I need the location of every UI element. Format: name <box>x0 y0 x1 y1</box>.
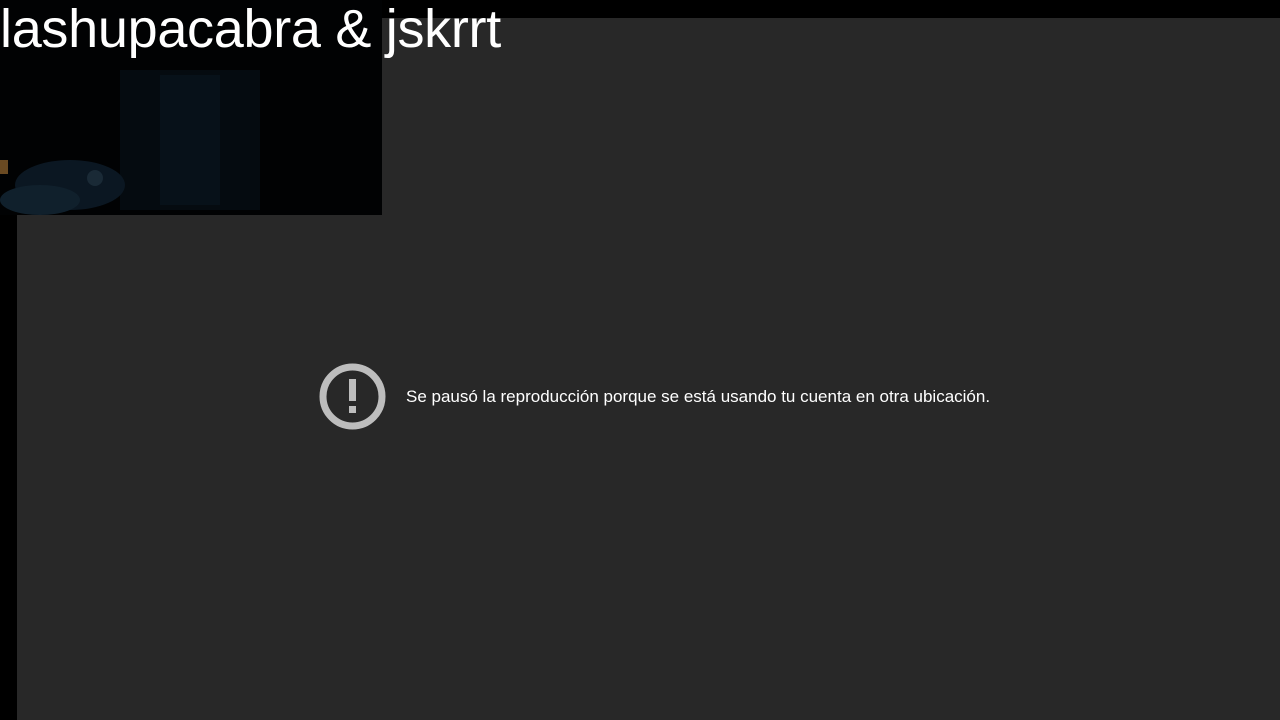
screen: Se pausó la reproducción porque se está … <box>0 0 1280 720</box>
playback-error: Se pausó la reproducción porque se está … <box>319 363 990 430</box>
stream-title-overlay: lashupacabra & jskrrt <box>0 0 501 59</box>
exclamation-circle-icon <box>319 363 386 430</box>
error-message: Se pausó la reproducción porque se está … <box>406 386 991 406</box>
